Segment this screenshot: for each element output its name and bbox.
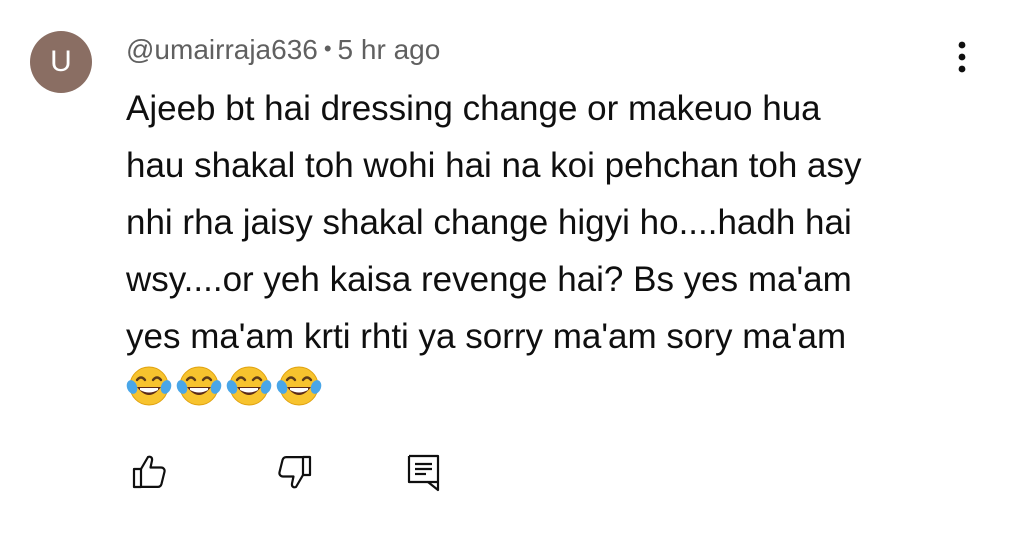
comment-actions xyxy=(126,450,466,500)
author-name[interactable]: @umairraja636 xyxy=(126,34,318,65)
thumbs-up-icon xyxy=(132,455,166,489)
face-with-tears-of-joy-icon xyxy=(276,366,322,406)
face-with-tears-of-joy-icon xyxy=(226,366,272,406)
timestamp: 5 hr ago xyxy=(337,34,441,65)
like-button[interactable] xyxy=(128,450,172,494)
comment-text: Ajeeb bt hai dressing change or makeuo h… xyxy=(126,89,862,356)
vertical-ellipsis-icon xyxy=(958,41,966,73)
comment-item: U @umairraja636 • 5 hr ago Ajeeb bt hai dr… xyxy=(0,0,1024,558)
thumbs-down-icon xyxy=(278,455,312,489)
comment-reply-icon xyxy=(407,454,440,492)
dislike-button[interactable] xyxy=(272,450,316,494)
comment-header: @umairraja636 • 5 hr ago xyxy=(126,30,440,69)
face-with-tears-of-joy-icon xyxy=(176,366,222,406)
avatar[interactable]: U xyxy=(30,31,92,93)
reply-button[interactable] xyxy=(402,450,446,494)
face-with-tears-of-joy-icon xyxy=(126,366,172,406)
avatar-letter: U xyxy=(50,45,72,78)
meta-separator: • xyxy=(323,36,332,61)
more-options-button[interactable] xyxy=(942,36,982,78)
emoji-row xyxy=(126,362,322,412)
